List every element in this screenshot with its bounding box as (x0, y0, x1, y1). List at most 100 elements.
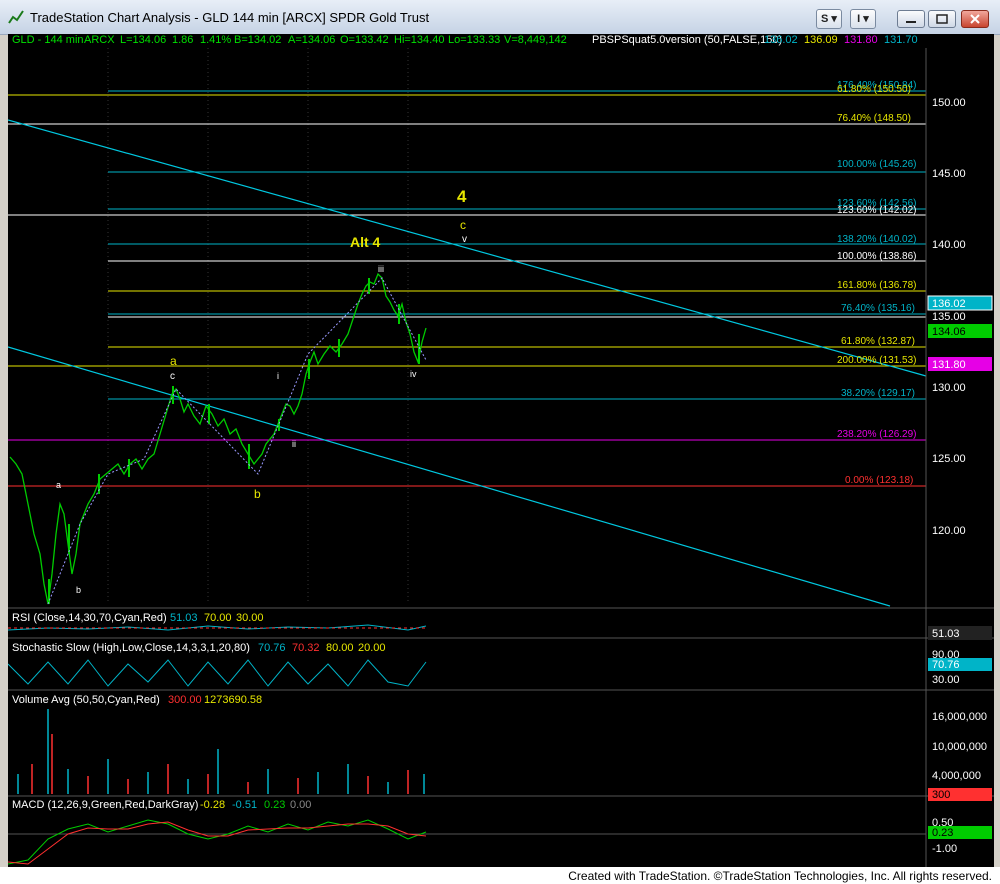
price-axis: 150.00 145.00 140.00 135.00 130.00 125.0… (932, 97, 966, 537)
fib-label: 76.40% (135.16) (841, 303, 915, 314)
window-title: TradeStation Chart Analysis - GLD 144 mi… (30, 10, 430, 25)
volume-axis-tick: 16,000,000 (932, 711, 987, 723)
header-volume: V=8,449,142 (504, 34, 567, 46)
macd-panel: MACD (12,26,9,Green,Red,DarkGray) -0.28 … (7, 799, 992, 865)
wave-label-c-upper: c (460, 218, 466, 232)
volume-panel: Volume Avg (50,50,Cyan,Red) 300.00 12736… (12, 694, 992, 801)
stoch-label: Stochastic Slow (High,Low,Close,14,3,3,1… (12, 642, 250, 654)
close-button[interactable] (961, 10, 989, 28)
wave-label-ii: ii (292, 439, 296, 449)
stoch-k: 70.76 (258, 642, 286, 654)
volume-tag: 300 (932, 789, 950, 801)
rsi-tag: 51.03 (932, 628, 960, 640)
header-last: L=134.06 (120, 34, 166, 46)
s-dropdown-button[interactable]: S ▾ (816, 9, 842, 29)
wave-label-alt-4: Alt 4 (350, 234, 381, 250)
header-high: Hi=134.40 (394, 34, 444, 46)
fib-label: 100.00% (138.86) (837, 251, 917, 262)
header-change: 1.86 (172, 34, 193, 46)
macd-tag: 0.23 (932, 827, 953, 839)
panel-dividers (8, 48, 994, 867)
header-ask: A=134.06 (288, 34, 335, 46)
price-tag-2: 134.06 (932, 326, 966, 338)
fib-label: 0.00% (123.18) (845, 475, 913, 486)
candle-ticks (48, 278, 420, 604)
header-symbol: GLD - 144 min (12, 34, 84, 46)
fib-label: 76.40% (148.50) (837, 113, 911, 124)
wave-labels: 4 c v Alt 4 iii iv i ii a c b a b (56, 187, 467, 595)
tradestation-logo-icon (8, 10, 24, 24)
wave-label-a-small: a (56, 480, 61, 490)
fib-label: 61.80% (132.87) (841, 336, 915, 347)
wave-label-b-small: b (76, 585, 81, 595)
volume-v2: 1273690.58 (204, 694, 262, 706)
stochastic-panel: Stochastic Slow (High,Low,Close,14,3,3,1… (7, 642, 992, 687)
stoch-ob: 80.00 (326, 642, 354, 654)
wave-label-a-yellow: a (170, 354, 177, 368)
header-value-1: 136.02 (764, 34, 798, 46)
macd-z: 0.00 (290, 799, 311, 811)
chart-area[interactable]: GLD - 144 min ARCX L=134.06 1.86 1.41% B… (7, 34, 994, 867)
fib-label: 61.80% (150.50) (837, 84, 911, 95)
stoch-os: 20.00 (358, 642, 386, 654)
minimize-button[interactable] (897, 10, 925, 28)
fib-lines (8, 90, 926, 487)
close-icon (970, 14, 980, 24)
volume-bars (17, 709, 425, 794)
header-value-3: 131.80 (844, 34, 878, 46)
wave-label-c-white: c (170, 371, 175, 382)
stoch-tag: 70.76 (932, 659, 960, 671)
chart-canvas[interactable]: GLD - 144 min ARCX L=134.06 1.86 1.41% B… (7, 34, 994, 867)
rsi-os: 30.00 (236, 612, 264, 624)
header-percent: 1.41% (200, 34, 231, 46)
i-dropdown-button[interactable]: I ▾ (850, 9, 876, 29)
price-tick: 125.00 (932, 453, 966, 465)
header-low: Lo=133.33 (448, 34, 500, 46)
header-value-2: 136.09 (804, 34, 838, 46)
wave-label-v-upper: v (462, 234, 467, 245)
price-tick: 130.00 (932, 382, 966, 394)
wave-label-iii: iii (378, 264, 384, 274)
price-tag-1: 136.02 (932, 298, 966, 310)
window-titlebar: TradeStation Chart Analysis - GLD 144 mi… (0, 0, 1000, 35)
price-tick: 135.00 (932, 311, 966, 323)
macd-m: -0.28 (200, 799, 225, 811)
fib-label: 123.60% (142.02) (837, 205, 917, 216)
volume-v1: 300.00 (168, 694, 202, 706)
status-bar: Created with TradeStation. ©TradeStation… (0, 867, 1000, 884)
macd-h: 0.23 (264, 799, 285, 811)
price-tags: 136.02 134.06 131.80 (927, 295, 993, 371)
volume-axis-tick: 4,000,000 (932, 770, 981, 782)
header-value-4: 131.70 (884, 34, 918, 46)
minimize-icon (906, 21, 916, 23)
i-button-label: I (857, 13, 861, 25)
price-tick: 140.00 (932, 239, 966, 251)
rsi-label: RSI (Close,14,30,70,Cyan,Red) (12, 612, 167, 624)
price-tick: 150.00 (932, 97, 966, 109)
fib-labels: 176.40% (150.84) 61.80% (150.50) 76.40% … (837, 80, 917, 486)
header-study: PBSPSquat5.0version (50,FALSE,150) (592, 34, 782, 46)
wave-label-i: i (277, 371, 279, 381)
vertical-gridlines (107, 48, 409, 604)
rsi-value: 51.03 (170, 612, 198, 624)
stoch-axis-30: 30.00 (932, 674, 960, 686)
rsi-ob: 70.00 (204, 612, 232, 624)
macd-s: -0.51 (232, 799, 257, 811)
price-series (9, 272, 427, 605)
fib-label: 161.80% (136.78) (837, 280, 917, 291)
maximize-icon (936, 14, 948, 24)
wave-label-b-yellow: b (254, 487, 261, 501)
fib-label: 138.20% (140.02) (837, 234, 917, 245)
fib-label: 200.00% (131.53) (837, 355, 917, 366)
symbol-header: GLD - 144 min ARCX L=134.06 1.86 1.41% B… (12, 34, 918, 46)
volume-axis-tick: 10,000,000 (932, 741, 987, 753)
price-tick: 120.00 (932, 525, 966, 537)
header-bid: B=134.02 (234, 34, 281, 46)
maximize-button[interactable] (928, 10, 956, 28)
fib-label: 238.20% (126.29) (837, 429, 917, 440)
rsi-panel: RSI (Close,14,30,70,Cyan,Red) 51.03 70.0… (7, 612, 992, 640)
wave-label-4: 4 (457, 187, 467, 206)
wave-label-iv: iv (410, 369, 417, 379)
header-exchange: ARCX (84, 34, 115, 46)
fib-label: 38.20% (129.17) (841, 388, 915, 399)
